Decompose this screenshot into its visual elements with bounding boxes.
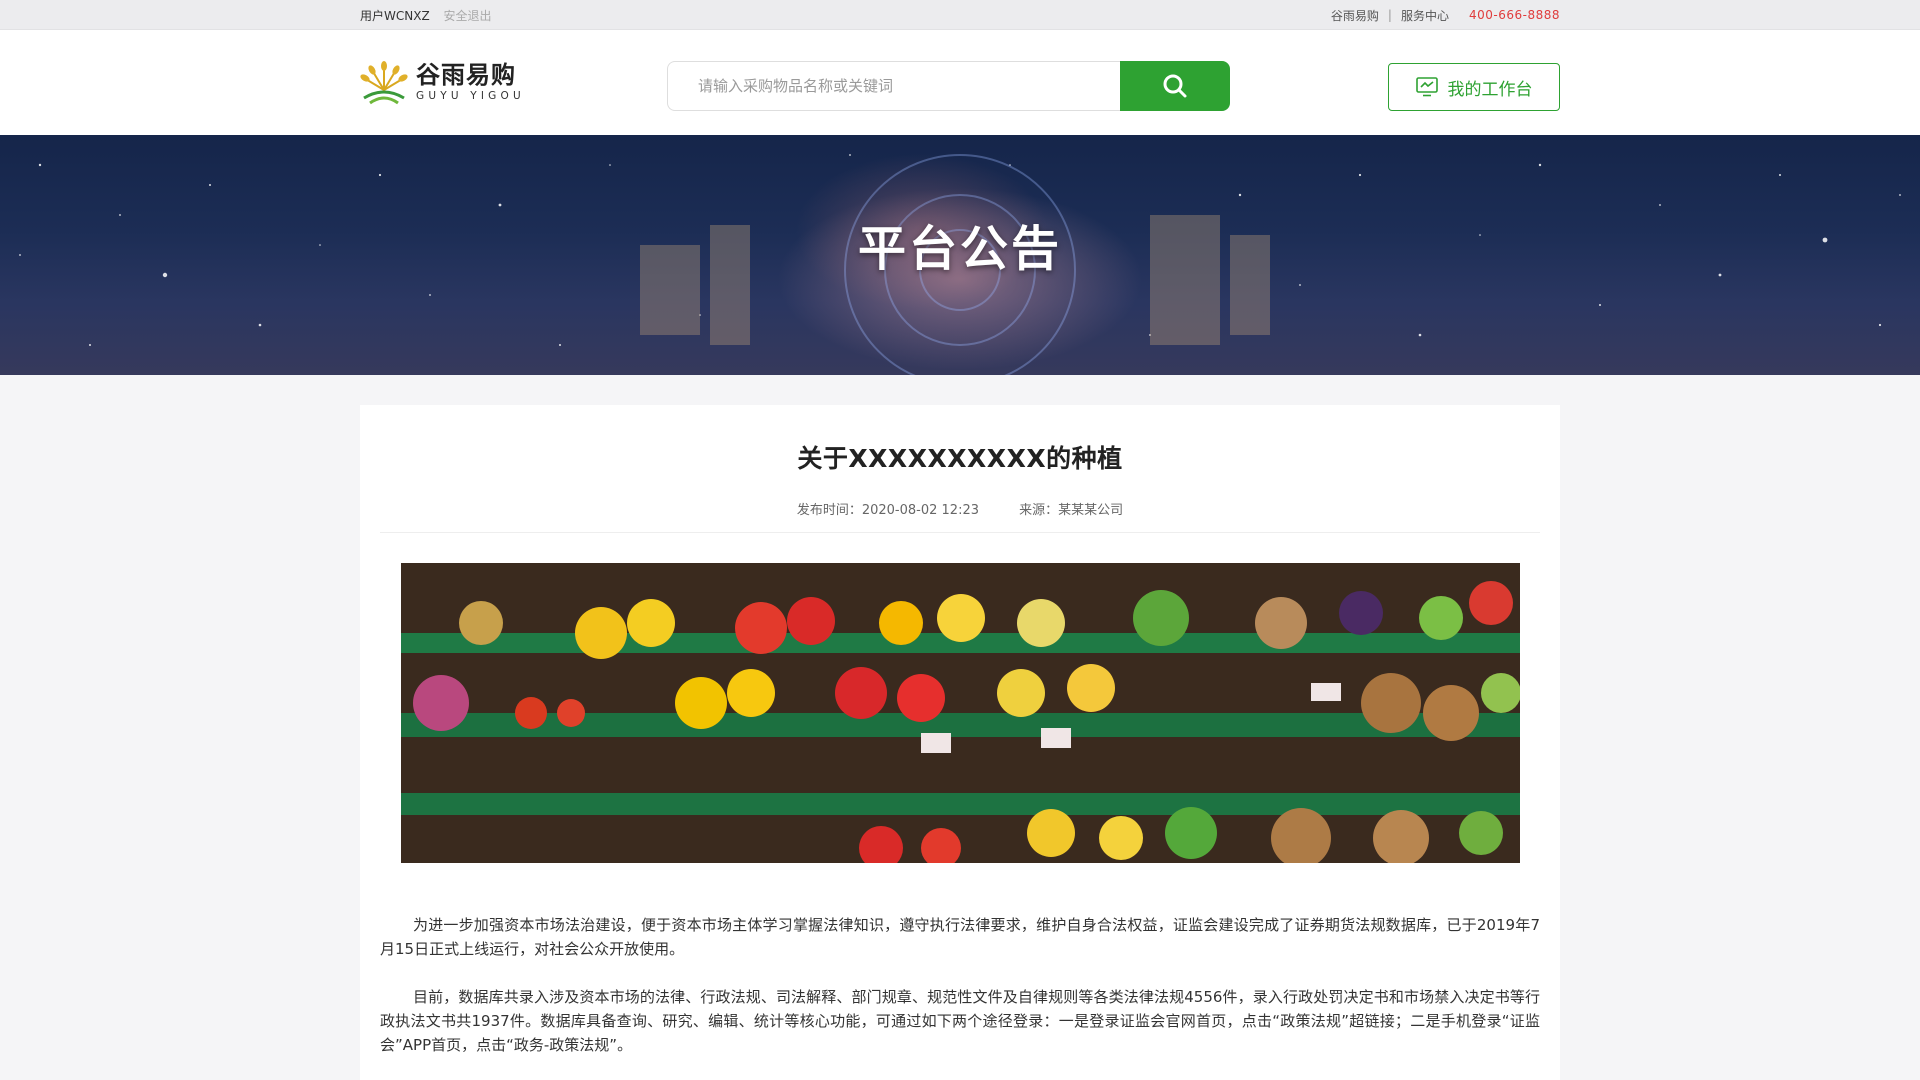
publish-time: 发布时间：2020-08-02 12:23 [796,503,979,518]
announcement-banner: 平台公告 [0,135,1920,375]
logo-text: 谷雨易购 GUYU YIGOU [416,62,525,103]
service-center-link[interactable]: 服务中心 [1401,7,1449,24]
my-workbench-button[interactable]: 我的工作台 [1388,63,1560,111]
site-header: 谷雨易购 GUYU YIGOU 我的工作台 [0,30,1920,135]
article-source: 来源：某某某公司 [1019,503,1124,518]
search-input[interactable] [667,61,1120,111]
username: 用户WCNXZ [360,8,430,23]
divider: | [1387,8,1392,22]
logo-english: GUYU YIGOU [416,90,525,102]
hotline-phone: 400-666-8888 [1468,8,1560,22]
logout-link[interactable]: 安全退出 [444,9,492,23]
user-area: 用户WCNXZ 安全退出 [360,7,502,24]
top-links: 谷雨易购 | 服务中心 400-666-8888 [1331,7,1560,24]
article-meta: 发布时间：2020-08-02 12:23 来源：某某某公司 [380,499,1540,533]
top-utility-bar: 用户WCNXZ 安全退出 谷雨易购 | 服务中心 400-666-8888 [0,0,1920,30]
search-button[interactable] [1120,61,1230,111]
search-bar [667,61,1230,111]
article-paragraph: 为进一步加强资本市场法治建设，便于资本市场主体学习掌握法律知识，遵守执行法律要求… [380,916,1540,958]
article-title: 关于XXXXXXXXXX的种植 [797,444,1123,473]
wheat-logo-icon [360,60,408,104]
vegetable-market-image [400,563,1520,863]
article-card: 关于XXXXXXXXXX的种植 发布时间：2020-08-02 12:23 来源… [360,405,1560,1080]
site-logo[interactable]: 谷雨易购 GUYU YIGOU [360,60,530,106]
article-body: 为进一步加强资本市场法治建设，便于资本市场主体学习掌握法律知识，遵守执行法律要求… [380,913,1540,1057]
article-paragraph: 目前，数据库共录入涉及资本市场的法律、行政法规、司法解释、部门规章、规范性文件及… [380,988,1540,1054]
search-icon [1163,74,1187,98]
logo-chinese: 谷雨易购 [416,61,516,89]
brand-link[interactable]: 谷雨易购 [1331,7,1379,24]
banner-title: 平台公告 [857,221,1062,277]
workbench-label: 我的工作台 [1447,79,1533,100]
monitor-icon [1415,77,1438,97]
